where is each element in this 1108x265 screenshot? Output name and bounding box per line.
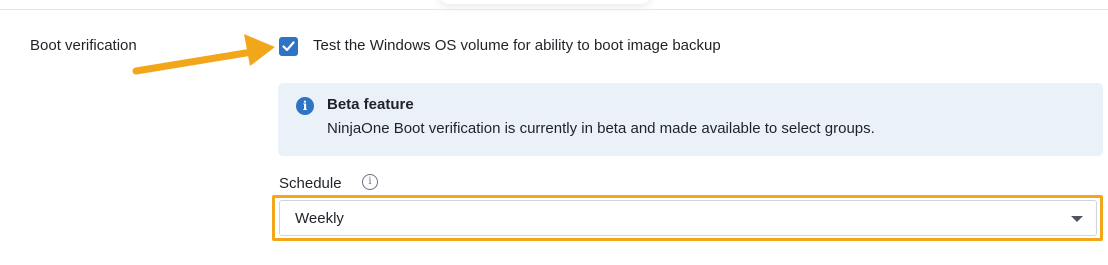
boot-verification-checkbox[interactable] — [279, 37, 298, 56]
schedule-select[interactable]: Weekly — [279, 200, 1097, 236]
annotation-arrow-icon — [132, 34, 275, 75]
schedule-label: Schedule — [279, 175, 342, 192]
beta-notice-title: Beta feature — [327, 96, 414, 113]
boot-verification-settings: Boot verification Test the Windows OS vo… — [0, 0, 1108, 265]
section-divider — [0, 9, 1108, 10]
caret-down-icon — [1071, 216, 1083, 222]
floating-panel-edge — [440, 0, 650, 4]
info-outline-icon[interactable]: i — [362, 174, 378, 190]
boot-verification-checkbox-label[interactable]: Test the Windows OS volume for ability t… — [313, 37, 721, 54]
check-icon — [282, 41, 295, 52]
section-label-boot-verification: Boot verification — [30, 37, 137, 54]
schedule-select-value: Weekly — [295, 210, 344, 227]
info-icon: i — [296, 97, 314, 115]
beta-feature-notice: i Beta feature NinjaOne Boot verificatio… — [278, 83, 1103, 156]
beta-notice-text: NinjaOne Boot verification is currently … — [327, 120, 875, 137]
